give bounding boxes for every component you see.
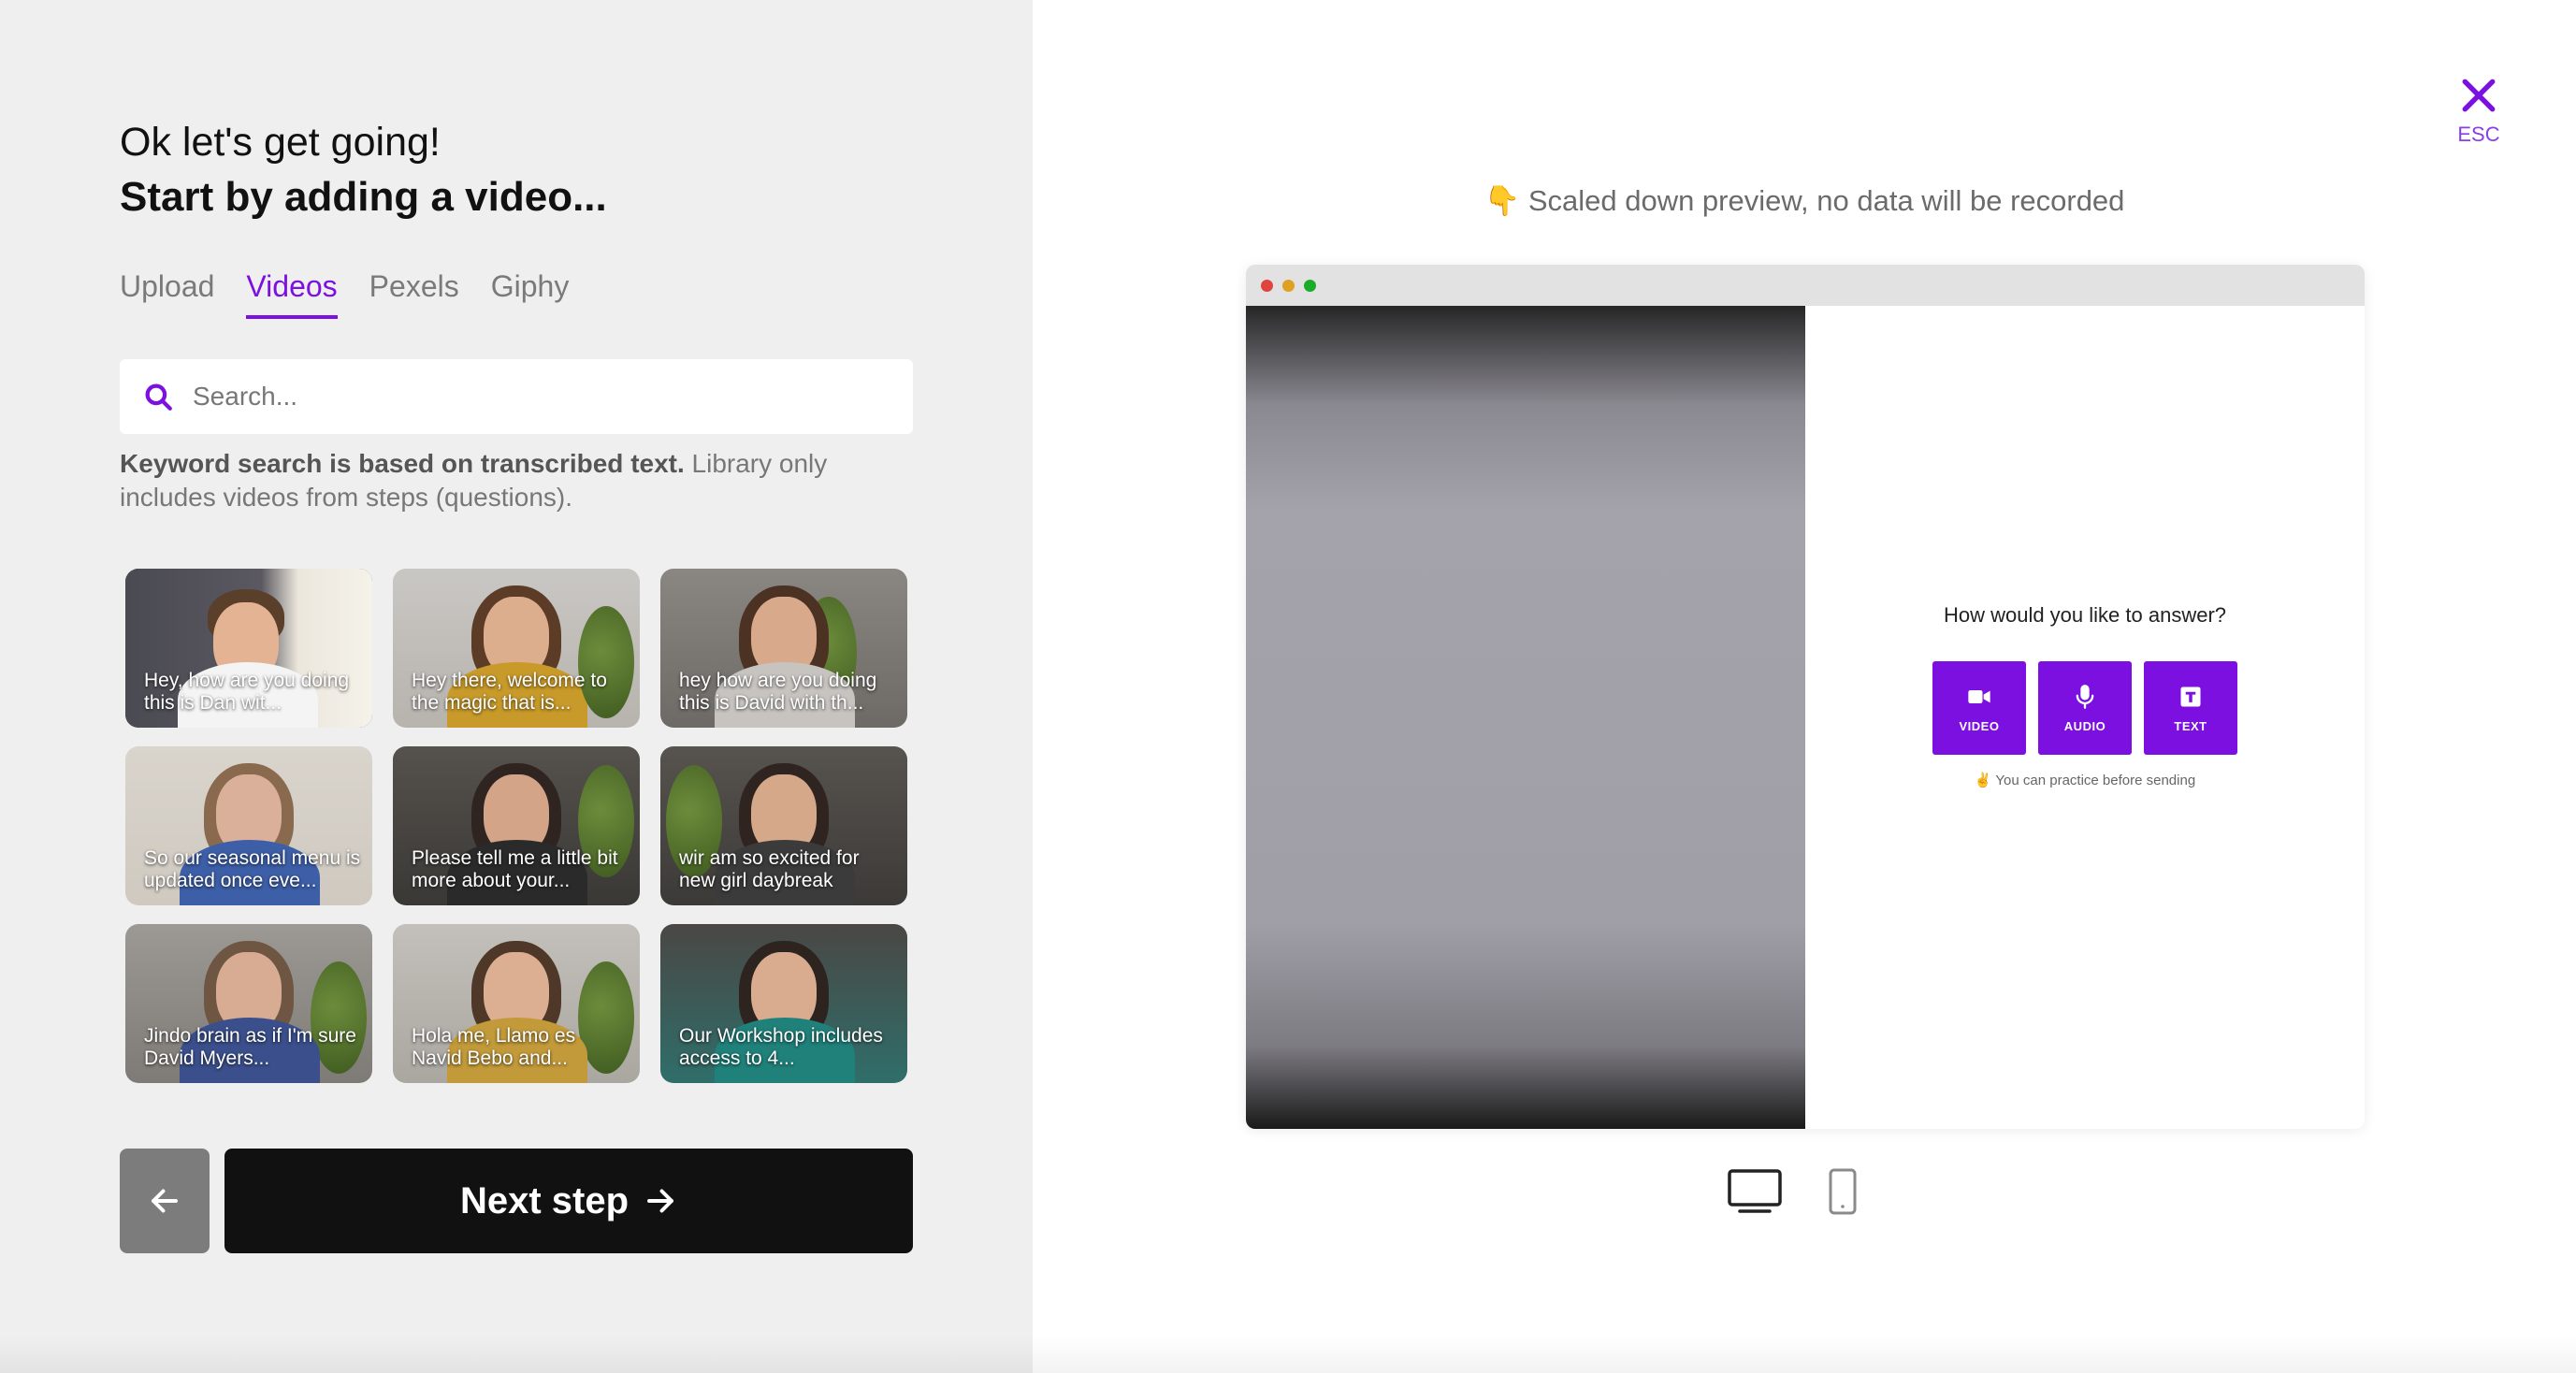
desktop-view-button[interactable] — [1727, 1168, 1783, 1220]
answer-text-button[interactable]: TEXT — [2144, 661, 2237, 755]
search-help-bold: Keyword search is based on transcribed t… — [120, 449, 685, 478]
video-thumbnail[interactable]: hey how are you doing this is David with… — [660, 569, 907, 728]
answer-text-label: TEXT — [2174, 718, 2207, 733]
left-panel: Ok let's get going! Start by adding a vi… — [0, 0, 1033, 1373]
search-input[interactable] — [193, 382, 904, 412]
video-thumbnail[interactable]: Jindo brain as if I'm sure David Myers..… — [125, 924, 372, 1083]
pointing-down-icon: 👇 — [1483, 184, 1521, 217]
search-help-text: Keyword search is based on transcribed t… — [120, 447, 913, 514]
maximize-dot-icon — [1304, 279, 1316, 292]
video-caption: Hey, how are you doing this is Dan wit..… — [144, 670, 350, 714]
tab-videos[interactable]: Videos — [246, 269, 338, 319]
answer-audio-label: AUDIO — [2063, 718, 2106, 733]
video-library: Hey, how are you doing this is Dan wit..… — [120, 561, 924, 1104]
video-thumbnail[interactable]: Hola me, Llamo es Navid Bebo and... — [393, 924, 640, 1083]
victory-hand-icon: ✌️ — [1974, 773, 1992, 788]
close-icon — [2462, 79, 2496, 112]
intro-heading: Ok let's get going! — [120, 120, 441, 165]
video-caption: Please tell me a little bit more about y… — [412, 847, 618, 891]
answer-panel: How would you like to answer? VIDEO AUDI… — [1805, 306, 2365, 1129]
answer-audio-button[interactable]: AUDIO — [2038, 661, 2132, 755]
next-step-button[interactable]: Next step — [224, 1149, 913, 1253]
practice-note-text: You can practice before sending — [1995, 773, 2196, 788]
video-caption: wir am so excited for new girl daybreak — [679, 847, 860, 891]
search-icon — [145, 383, 172, 411]
search-box — [120, 359, 913, 434]
close-dot-icon — [1261, 279, 1273, 292]
video-thumbnail[interactable]: Hey there, welcome to the magic that is.… — [393, 569, 640, 728]
video-thumbnail[interactable]: Hey, how are you doing this is Dan wit..… — [125, 569, 372, 728]
video-caption: Jindo brain as if I'm sure David Myers..… — [144, 1025, 356, 1069]
video-thumbnail[interactable]: wir am so excited for new girl daybreak — [660, 746, 907, 905]
practice-note: ✌️ You can practice before sending — [1805, 772, 2365, 788]
device-toggle — [1727, 1167, 1858, 1221]
next-step-label: Next step — [459, 1179, 630, 1221]
desktop-icon — [1728, 1169, 1782, 1213]
preview-note-text: Scaled down preview, no data will be rec… — [1527, 184, 2125, 217]
answer-video-label: VIDEO — [1959, 718, 2000, 733]
tab-upload[interactable]: Upload — [120, 269, 214, 319]
esc-label: ESC — [2457, 123, 2500, 146]
minimize-dot-icon — [1282, 279, 1295, 292]
video-caption: Hola me, Llamo es Navid Bebo and... — [412, 1025, 576, 1069]
answer-video-button[interactable]: VIDEO — [1932, 661, 2026, 755]
video-preview — [1246, 306, 1805, 1129]
video-caption: Hey there, welcome to the magic that is.… — [412, 670, 607, 714]
video-thumbnail[interactable]: Our Workshop includes access to 4... — [660, 924, 907, 1083]
video-thumbnail[interactable]: Please tell me a little bit more about y… — [393, 746, 640, 905]
microphone-icon — [2076, 684, 2094, 709]
preview-note: 👇 Scaled down preview, no data will be r… — [1033, 183, 2576, 218]
tab-pexels[interactable]: Pexels — [369, 269, 459, 319]
mobile-icon — [1829, 1168, 1857, 1215]
video-caption: So our seasonal menu is updated once eve… — [144, 847, 361, 891]
mobile-view-button[interactable] — [1828, 1167, 1858, 1221]
video-caption: hey how are you doing this is David with… — [679, 670, 877, 714]
page-title: Start by adding a video... — [120, 174, 607, 220]
tab-giphy[interactable]: Giphy — [491, 269, 570, 319]
text-icon — [2180, 686, 2201, 706]
arrow-right-icon — [647, 1189, 673, 1213]
answer-question: How would you like to answer? — [1943, 603, 2227, 627]
browser-titlebar — [1246, 265, 2365, 306]
video-caption: Our Workshop includes access to 4... — [679, 1025, 883, 1069]
bottom-shadow — [0, 1336, 2576, 1373]
close-button[interactable]: ESC — [2451, 75, 2507, 147]
arrow-left-icon — [152, 1189, 178, 1213]
video-thumbnail[interactable]: So our seasonal menu is updated once eve… — [125, 746, 372, 905]
preview-window: How would you like to answer? VIDEO AUDI… — [1246, 265, 2365, 1129]
back-button[interactable] — [120, 1149, 210, 1253]
source-tabs: Upload Videos Pexels Giphy — [120, 269, 569, 319]
video-camera-icon — [1968, 689, 1990, 703]
